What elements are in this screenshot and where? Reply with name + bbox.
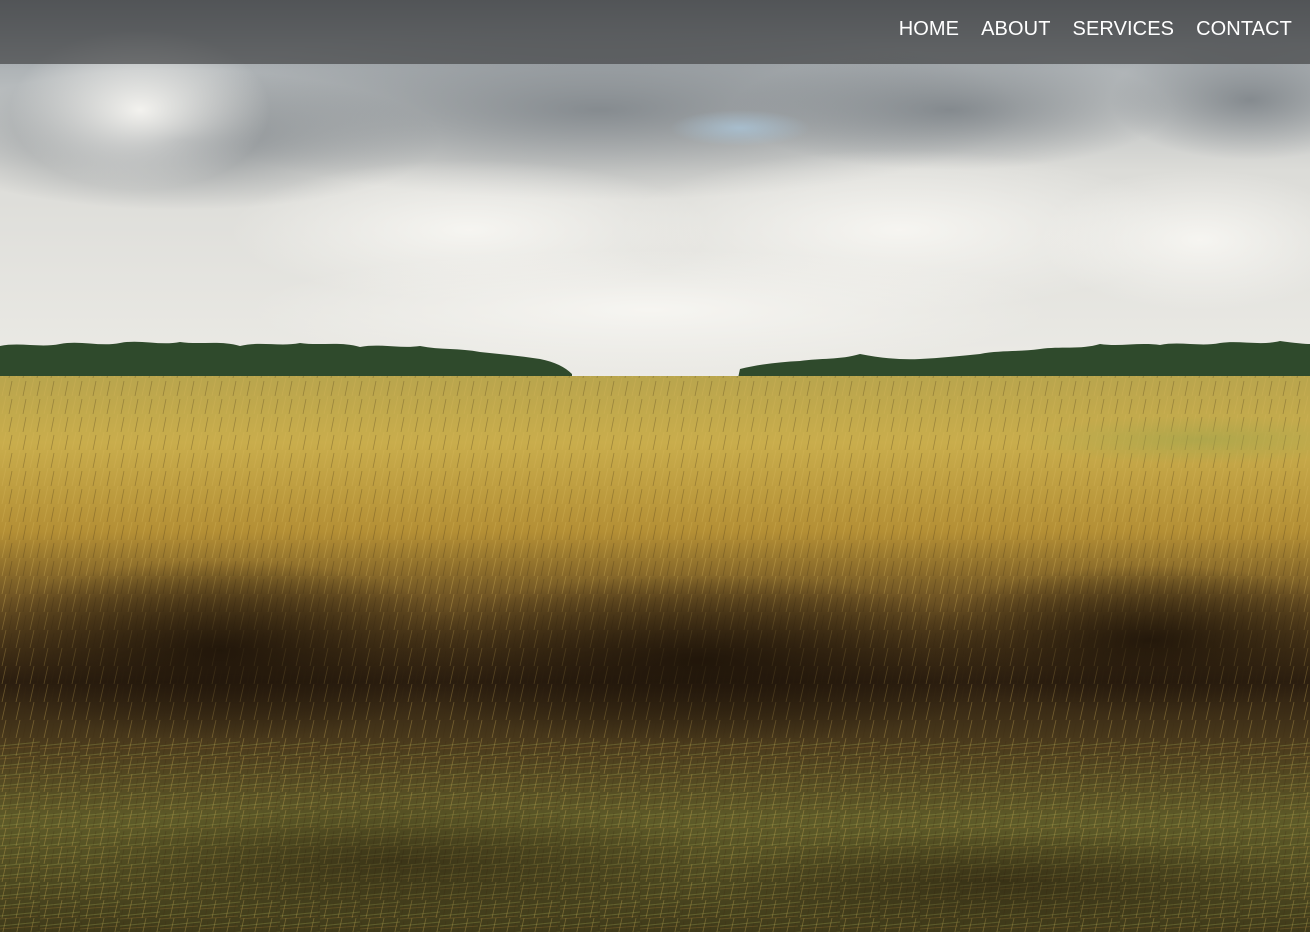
nav-menu: HOME ABOUT SERVICES CONTACT (877, 18, 1292, 41)
nav-link-home[interactable]: HOME (899, 18, 959, 40)
nav-item-about: ABOUT (959, 18, 1050, 41)
top-navigation-bar: HOME ABOUT SERVICES CONTACT (0, 0, 1310, 64)
nav-item-home: HOME (877, 18, 959, 41)
hero-background-image (0, 0, 1310, 932)
nav-item-services: SERVICES (1051, 18, 1175, 41)
nav-link-about[interactable]: ABOUT (981, 18, 1050, 40)
nav-link-services[interactable]: SERVICES (1073, 18, 1175, 40)
nav-item-contact: CONTACT (1174, 18, 1292, 41)
nav-link-contact[interactable]: CONTACT (1196, 18, 1292, 40)
hero-section: HOME ABOUT SERVICES CONTACT (0, 0, 1310, 932)
